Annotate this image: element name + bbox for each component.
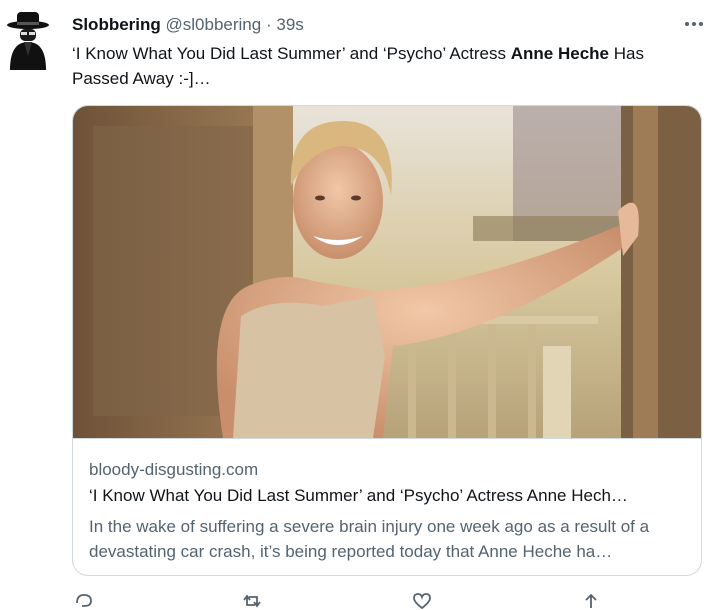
more-icon[interactable] (682, 14, 706, 34)
card-domain[interactable]: bloody-disgusting.com (89, 460, 258, 480)
handle[interactable]: @sl0bbering (166, 15, 262, 34)
reply-icon[interactable] (73, 592, 95, 610)
card-image[interactable] (73, 106, 702, 439)
timestamp[interactable]: 39s (276, 15, 303, 34)
separator-dot: · (265, 15, 272, 34)
tweet-text: ‘I Know What You Did Last Summer’ and ‘P… (72, 41, 692, 91)
retweet-icon[interactable] (241, 592, 263, 610)
tweet-header: Slobbering @sl0bbering · 39s (72, 14, 304, 36)
card-title[interactable]: ‘I Know What You Did Last Summer’ and ‘P… (89, 486, 689, 506)
tweet-text-bold: Anne Heche (510, 44, 609, 63)
share-icon[interactable] (580, 592, 602, 610)
link-card[interactable]: bloody-disgusting.com ‘I Know What You D… (72, 105, 702, 576)
display-name[interactable]: Slobbering (72, 15, 161, 34)
tweet-text-part1: ‘I Know What You Did Last Summer’ and ‘P… (72, 44, 511, 63)
action-bar (0, 592, 712, 610)
like-icon[interactable] (411, 592, 433, 610)
card-description[interactable]: In the wake of suffering a severe brain … (89, 514, 691, 564)
tweet[interactable]: Slobbering @sl0bbering · 39s ‘I Know Wha… (0, 0, 712, 610)
avatar[interactable] (2, 12, 54, 72)
